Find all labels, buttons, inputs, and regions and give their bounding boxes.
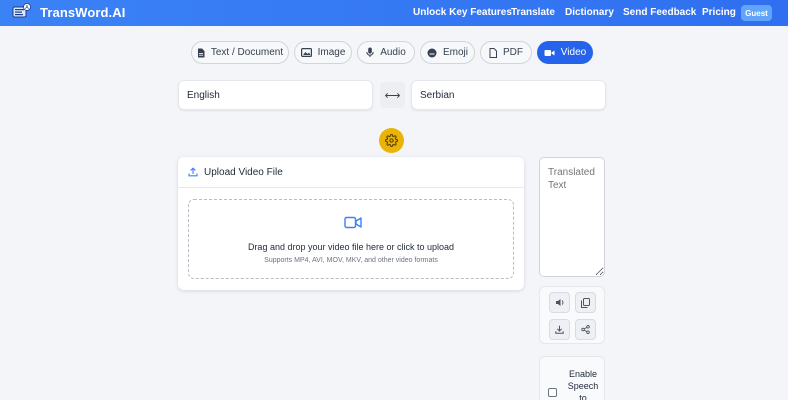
nav-translate[interactable]: Translate — [511, 7, 555, 18]
nav-dictionary[interactable]: Dictionary — [565, 7, 614, 18]
dropzone-title: Drag and drop your video file here or cl… — [247, 242, 455, 252]
enable-speech-checkbox[interactable] — [548, 388, 557, 397]
tab-pdf[interactable]: PDF — [480, 41, 532, 64]
swap-icon: ⟷ — [384, 89, 401, 102]
video-icon — [544, 49, 555, 56]
tab-text-document[interactable]: Text / Document — [191, 41, 289, 64]
nav-send-feedback[interactable]: Send Feedback — [623, 7, 696, 18]
tab-label: Audio — [380, 47, 406, 58]
tab-label: PDF — [503, 47, 523, 58]
image-icon — [300, 48, 312, 57]
top-navbar: A TransWord.AI Unlock Key Features Trans… — [0, 0, 788, 26]
tab-label: Video — [560, 47, 587, 58]
tab-emoji[interactable]: Emoji — [420, 41, 475, 64]
enable-speech-label: Enable Speech to — [567, 369, 599, 400]
target-language-value: Serbian — [420, 89, 455, 101]
tab-image[interactable]: Image — [294, 41, 352, 64]
speak-button[interactable] — [549, 292, 570, 313]
microphone-icon — [366, 47, 374, 57]
share-icon — [581, 325, 590, 334]
dropzone-subtitle: Supports MP4, AVI, MOV, MKV, and other v… — [264, 257, 438, 264]
source-language-value: English — [187, 89, 220, 101]
target-language-select[interactable]: Serbian — [411, 80, 606, 110]
document-icon — [197, 48, 205, 57]
upload-icon — [188, 167, 198, 177]
translated-text-output[interactable] — [539, 157, 605, 277]
upload-card: Upload Video File Drag and drop your vid… — [178, 157, 524, 290]
nav-pricing[interactable]: Pricing — [702, 7, 736, 18]
pdf-icon — [489, 47, 497, 58]
output-actions-panel — [539, 286, 605, 344]
svg-text:A: A — [25, 5, 29, 11]
copy-button[interactable] — [575, 292, 596, 313]
upload-card-header: Upload Video File — [178, 157, 524, 188]
download-icon — [555, 325, 564, 334]
tab-audio[interactable]: Audio — [357, 41, 415, 64]
tab-label: Image — [317, 47, 346, 58]
settings-button[interactable] — [379, 128, 404, 153]
emoji-icon — [427, 48, 437, 57]
speaker-icon — [555, 299, 563, 306]
tab-label: Emoji — [442, 47, 468, 58]
speech-option-panel: Enable Speech to — [539, 356, 605, 400]
video-camera-icon — [344, 216, 362, 229]
video-dropzone[interactable]: Drag and drop your video file here or cl… — [188, 199, 514, 279]
source-language-select[interactable]: English — [178, 80, 373, 110]
swap-languages-button[interactable]: ⟷ — [380, 82, 405, 108]
tab-label: Text / Document — [210, 47, 284, 58]
brand-name: TransWord.AI — [40, 4, 126, 20]
nav-unlock-features[interactable]: Unlock Key Features — [413, 7, 512, 18]
upload-card-title: Upload Video File — [204, 166, 283, 178]
gear-icon — [385, 134, 398, 147]
download-button[interactable] — [549, 319, 570, 340]
brand[interactable]: A TransWord.AI — [12, 3, 125, 21]
logo-icon: A — [12, 3, 31, 18]
guest-button[interactable]: Guest — [741, 5, 772, 21]
tab-video[interactable]: Video — [537, 41, 593, 64]
copy-icon — [581, 297, 590, 308]
share-button[interactable] — [575, 319, 596, 340]
